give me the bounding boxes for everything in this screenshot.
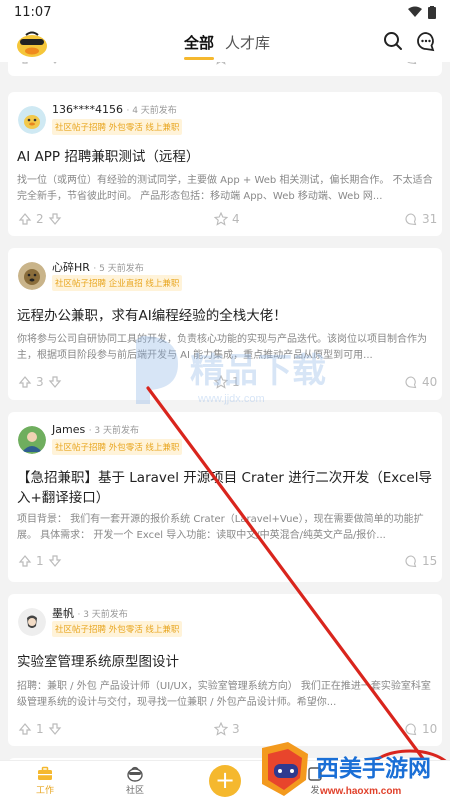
post-title[interactable]: 【急招兼职】基于 Laravel 开源项目 Crater 进行二次开发（Exce… — [17, 468, 433, 508]
battery-icon — [428, 5, 436, 19]
upvote-icon[interactable] — [18, 722, 32, 736]
comment-icon[interactable] — [404, 212, 418, 226]
tab-all[interactable]: 全部 — [184, 32, 214, 53]
downvote-icon[interactable] — [48, 375, 62, 389]
post-card-partial[interactable]: 2 2 8 — [8, 62, 442, 76]
active-tab-indicator — [184, 57, 214, 60]
wifi-icon — [408, 6, 422, 17]
star-icon[interactable] — [214, 722, 228, 736]
author-name[interactable]: 墨帆 — [52, 607, 74, 620]
downvote-icon[interactable] — [48, 212, 62, 226]
post-tags: 社区帖子招聘 企业直招 线上兼职 — [52, 275, 183, 291]
vote-group[interactable]: 1 — [18, 554, 62, 568]
tab-talent-pool[interactable]: 人才库 — [225, 32, 270, 53]
message-icon[interactable] — [415, 30, 437, 52]
comment-group[interactable]: 40 — [404, 375, 437, 389]
avatar[interactable] — [18, 608, 46, 636]
star-icon[interactable] — [214, 212, 228, 226]
post-card[interactable]: 墨帆 · 3 天前发布 社区帖子招聘 外包零活 线上兼职 实验室管理系统原型图设… — [8, 594, 442, 746]
comment-group[interactable]: 31 — [404, 212, 437, 226]
comment-icon[interactable] — [404, 722, 418, 736]
bottom-nav: 工作 社区 + 发 — [0, 760, 450, 800]
post-card[interactable]: 心碎HR · 5 天前发布 社区帖子招聘 企业直招 线上兼职 远程办公兼职，求有… — [8, 248, 442, 400]
post-time: · 3 天前发布 — [77, 610, 128, 620]
post-feed[interactable]: 2 2 8 136****4156 · 4 天前发布 社区帖子招聘 外包零活 线… — [0, 62, 450, 760]
post-title[interactable]: AI APP 招聘兼职测试（远程） — [17, 147, 433, 167]
post-description[interactable]: 招聘：兼职 / 外包 产品设计师（UI/UX，实验室管理系统方向） 我们正在推进… — [17, 679, 433, 711]
avatar[interactable] — [18, 106, 46, 134]
nav-publish[interactable]: 发 — [290, 765, 340, 796]
avatar[interactable] — [18, 262, 46, 290]
post-description[interactable]: 找一位（或两位）有经验的测试同学，主要做 App + Web 相关测试，偏长期合… — [17, 173, 433, 205]
avatar[interactable] — [18, 426, 46, 454]
upvote-icon[interactable] — [18, 554, 32, 568]
star-group[interactable]: 2 — [214, 62, 240, 65]
briefcase-icon — [38, 766, 52, 780]
comment-icon[interactable] — [404, 375, 418, 389]
star-group[interactable]: 4 — [214, 212, 240, 226]
author-name[interactable]: 136****4156 — [52, 103, 123, 116]
post-card[interactable]: James · 3 天前发布 社区帖子招聘 外包零活 线上兼职 【急招兼职】基于… — [8, 412, 442, 582]
comment-icon[interactable] — [404, 62, 418, 65]
comment-icon[interactable] — [404, 554, 418, 568]
post-description[interactable]: 项目背景： 我们有一套开源的报价系统 Crater（Laravel+Vue），现… — [17, 512, 433, 544]
post-tags: 社区帖子招聘 外包零活 线上兼职 — [52, 439, 183, 455]
status-bar: 11:07 — [0, 0, 450, 24]
post-time: · 4 天前发布 — [126, 106, 177, 116]
vote-group[interactable]: 2 — [18, 212, 62, 226]
author-name[interactable]: James — [52, 423, 85, 436]
post-tags: 社区帖子招聘 外包零活 线上兼职 — [52, 119, 183, 135]
downvote-icon[interactable] — [48, 722, 62, 736]
star-group[interactable]: 3 — [214, 722, 240, 736]
post-card[interactable]: 136****4156 · 4 天前发布 社区帖子招聘 外包零活 线上兼职 AI… — [8, 92, 442, 236]
downvote-icon[interactable] — [48, 554, 62, 568]
vote-group[interactable]: 2 — [18, 62, 62, 65]
post-time: · 5 天前发布 — [93, 264, 144, 274]
post-title[interactable]: 实验室管理系统原型图设计 — [17, 652, 433, 672]
star-icon[interactable] — [214, 375, 228, 389]
community-icon — [127, 766, 143, 782]
vote-group[interactable]: 3 — [18, 375, 62, 389]
post-title[interactable]: 远程办公兼职，求有AI编程经验的全栈大佬！ — [17, 306, 433, 326]
vote-group[interactable]: 1 — [18, 722, 62, 736]
post-time: · 3 天前发布 — [88, 426, 140, 436]
post-description[interactable]: 你将参与公司自研协同工具的开发，负责核心功能的实现与产品迭代。该岗位以项目制合作… — [17, 332, 433, 364]
comment-group[interactable]: 8 — [404, 62, 430, 65]
upvote-icon[interactable] — [18, 212, 32, 226]
comment-group[interactable]: 15 — [404, 554, 437, 568]
post-tags: 社区帖子招聘 外包零活 线上兼职 — [52, 621, 183, 637]
comment-group[interactable]: 10 — [404, 722, 437, 736]
nav-community-label: 社区 — [125, 786, 144, 796]
nav-work[interactable]: 工作 — [20, 765, 70, 796]
publish-icon — [308, 767, 322, 781]
top-header: 全部 人才库 — [0, 24, 450, 62]
star-icon[interactable] — [214, 62, 228, 65]
status-time: 11:07 — [14, 4, 52, 20]
author-name[interactable]: 心碎HR — [52, 261, 90, 274]
upvote-icon[interactable] — [18, 375, 32, 389]
search-icon[interactable] — [382, 30, 404, 52]
star-group[interactable]: 1 — [214, 375, 240, 389]
nav-work-label: 工作 — [35, 786, 54, 796]
nav-community[interactable]: 社区 — [110, 765, 160, 796]
duck-mascot-icon[interactable] — [14, 28, 50, 58]
upvote-icon[interactable] — [18, 62, 32, 65]
add-post-button[interactable]: + — [209, 765, 241, 797]
nav-publish-label: 发 — [310, 786, 320, 796]
downvote-icon[interactable] — [48, 62, 62, 65]
